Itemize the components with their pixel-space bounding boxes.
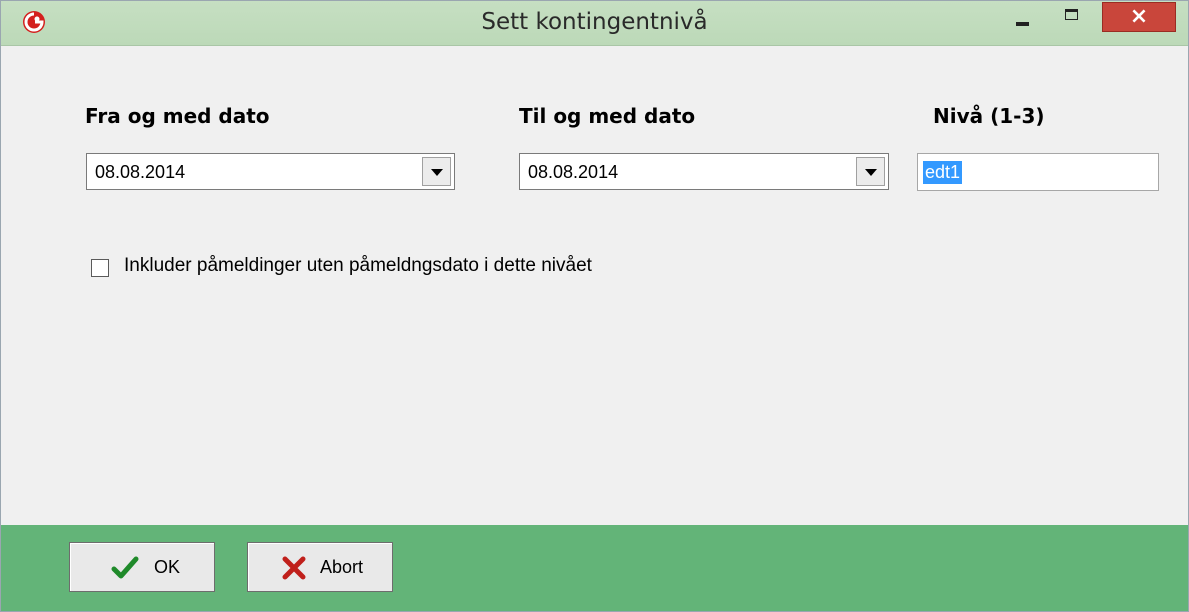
close-icon: ×	[1129, 4, 1149, 29]
checkmark-icon	[111, 555, 139, 581]
to-date-label: Til og med dato	[519, 104, 696, 128]
include-checkbox-label[interactable]: Inkluder påmeldinger uten påmeldngsdato …	[124, 255, 592, 277]
from-date-picker[interactable]: 08.08.2014	[86, 153, 455, 190]
minimize-icon	[1016, 22, 1029, 26]
ok-button-label: OK	[154, 557, 181, 577]
maximize-button[interactable]	[1054, 2, 1090, 32]
level-input[interactable]: edt1	[917, 153, 1159, 191]
abort-button[interactable]: Abort	[247, 542, 393, 592]
level-label: Nivå (1-3)	[933, 104, 1045, 128]
minimize-button[interactable]	[1005, 2, 1041, 32]
from-date-label: Fra og med dato	[85, 104, 270, 128]
chevron-down-icon[interactable]	[856, 157, 885, 186]
from-date-value: 08.08.2014	[95, 162, 186, 182]
include-checkbox[interactable]	[91, 259, 109, 277]
footer-bar: OK Abort	[1, 525, 1188, 611]
ok-button[interactable]: OK	[69, 542, 215, 592]
abort-button-label: Abort	[320, 557, 364, 577]
title-bar[interactable]: Sett kontingentnivå ×	[1, 1, 1188, 46]
to-date-picker[interactable]: 08.08.2014	[519, 153, 889, 190]
maximize-icon	[1065, 9, 1078, 20]
red-x-icon	[280, 555, 308, 581]
chevron-down-icon[interactable]	[422, 157, 451, 186]
to-date-value: 08.08.2014	[528, 162, 619, 182]
level-input-value: edt1	[923, 161, 963, 184]
close-button[interactable]: ×	[1102, 2, 1176, 32]
dialog-window: Sett kontingentnivå × Fra og med dato 08…	[0, 0, 1189, 612]
